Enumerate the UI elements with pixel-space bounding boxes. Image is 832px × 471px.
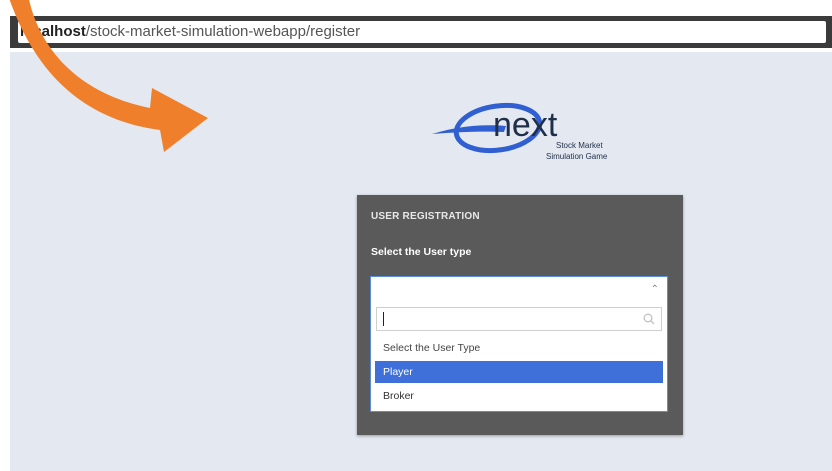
orange-arrow-icon	[9, 0, 208, 152]
user-type-label: Select the User type	[371, 246, 472, 258]
logo-tagline-1: Stock Market	[556, 141, 603, 150]
next-logo: next Stock Market Simulation Game	[432, 102, 608, 161]
registration-title: USER REGISTRATION	[371, 211, 480, 222]
user-type-select[interactable]: ⌃ Select the User Type Player Broker	[370, 276, 668, 412]
option-broker[interactable]: Broker	[375, 385, 663, 407]
option-select-user-type[interactable]: Select the User Type	[375, 337, 663, 359]
select-header[interactable]: ⌃	[371, 277, 667, 303]
chevron-up-icon[interactable]: ⌃	[651, 284, 659, 295]
logo-tagline-2: Simulation Game	[546, 152, 608, 161]
option-player[interactable]: Player	[375, 361, 663, 383]
logo-wordmark: next	[493, 106, 558, 144]
select-search-input[interactable]	[376, 307, 662, 331]
text-cursor	[383, 312, 384, 326]
search-icon	[643, 313, 655, 325]
